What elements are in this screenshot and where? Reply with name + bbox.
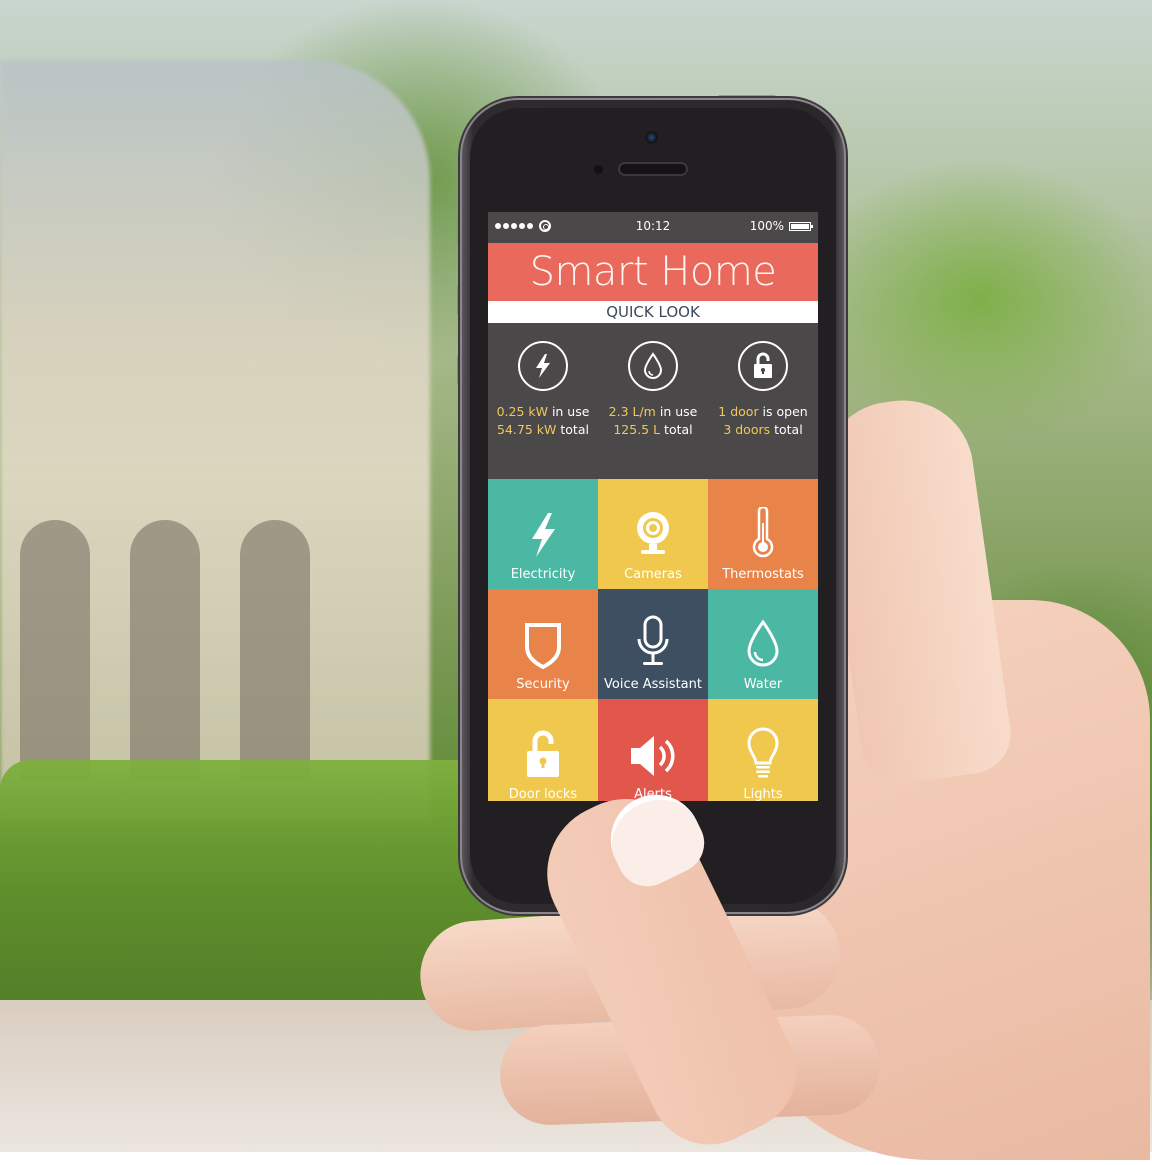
electricity-stats: 0.25 kW in use 54.75 kW total <box>497 403 590 439</box>
total-value: 54.75 kW <box>497 422 557 437</box>
proximity-sensor <box>594 165 603 174</box>
tile-water[interactable]: Water <box>708 589 818 699</box>
building-arch <box>130 520 200 780</box>
total-label: total <box>660 422 693 437</box>
total-value: 125.5 L <box>613 422 661 437</box>
water-drop-icon <box>628 341 678 391</box>
usage-value: 2.3 L/m <box>608 404 656 419</box>
total-label: total <box>556 422 589 437</box>
status-time: 10:12 <box>635 219 671 233</box>
unlocked-padlock-icon <box>738 341 788 391</box>
tile-label: Cameras <box>624 567 682 582</box>
phone-screen: 10:12 100% Smart Home QUICK LOOK 0.25 kW… <box>488 212 818 801</box>
lightning-icon <box>532 513 555 557</box>
quick-look-water[interactable]: 2.3 L/m in use 125.5 L total <box>601 341 706 479</box>
tile-door-locks[interactable]: Door locks <box>488 699 598 801</box>
lightning-icon <box>518 341 568 391</box>
open-label: is open <box>758 404 808 419</box>
doors-stats: 1 door is open 3 doors total <box>718 403 807 439</box>
total-value: 3 doors <box>723 422 771 437</box>
quick-look-electricity[interactable]: 0.25 kW in use 54.75 kW total <box>491 341 596 479</box>
usage-label: in use <box>547 404 590 419</box>
microphone-icon <box>637 615 669 665</box>
tile-voice-assistant[interactable]: Voice Assistant <box>598 589 708 699</box>
quick-look-doors[interactable]: 1 door is open 3 doors total <box>711 341 816 479</box>
usage-label: in use <box>655 404 698 419</box>
quick-look-panel: 0.25 kW in use 54.75 kW total 2.3 L/m in… <box>488 323 818 479</box>
thermometer-icon <box>752 507 774 558</box>
tile-security[interactable]: Security <box>488 589 598 699</box>
usage-value: 0.25 kW <box>496 404 548 419</box>
front-camera <box>645 131 658 144</box>
earpiece-speaker <box>618 162 688 176</box>
feature-grid: Electricity Cameras Thermostats Security… <box>488 479 818 801</box>
water-drop-icon <box>747 619 779 667</box>
tile-label: Security <box>516 677 570 692</box>
tile-label: Alerts <box>634 787 672 801</box>
building-arch <box>240 520 310 780</box>
status-bar: 10:12 100% <box>488 212 818 240</box>
light-bulb-icon <box>747 727 779 778</box>
tile-label: Voice Assistant <box>604 677 702 692</box>
tile-label: Lights <box>743 787 783 801</box>
speaker-icon <box>631 736 675 776</box>
quick-look-heading: QUICK LOOK <box>488 301 818 323</box>
tile-label: Water <box>743 677 783 692</box>
building-arch <box>20 520 90 780</box>
tile-label: Electricity <box>510 567 576 582</box>
total-label: total <box>770 422 803 437</box>
app-title: Smart Home <box>488 243 818 301</box>
finger <box>498 1013 882 1127</box>
tile-label: Thermostats <box>722 567 804 582</box>
water-stats: 2.3 L/m in use 125.5 L total <box>609 403 698 439</box>
tile-electricity[interactable]: Electricity <box>488 479 598 589</box>
battery-icon <box>789 221 813 231</box>
unlocked-padlock-icon <box>527 730 559 777</box>
tile-alerts[interactable]: Alerts <box>598 699 708 801</box>
webcam-icon <box>637 512 669 554</box>
open-value: 1 door <box>718 404 759 419</box>
tile-label: Door locks <box>508 787 578 801</box>
shield-icon <box>525 623 561 669</box>
tile-cameras[interactable]: Cameras <box>598 479 708 589</box>
tile-thermostats[interactable]: Thermostats <box>708 479 818 589</box>
tile-lights[interactable]: Lights <box>708 699 818 801</box>
